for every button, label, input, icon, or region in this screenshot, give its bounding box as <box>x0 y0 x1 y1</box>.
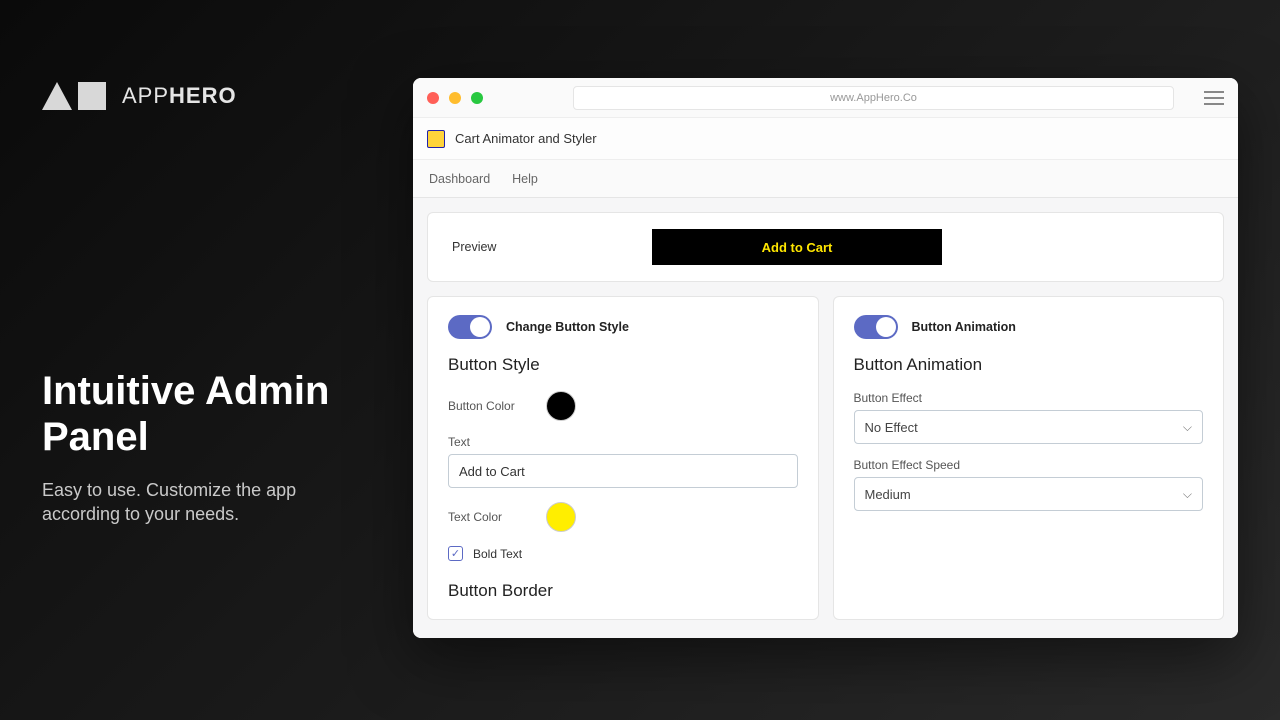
browser-titlebar: www.AppHero.Co <box>413 78 1238 118</box>
app-header: Cart Animator and Styler <box>413 118 1238 160</box>
hero-subtitle: Easy to use. Customize the app according… <box>42 478 362 527</box>
button-style-card: Change Button Style Button Style Button … <box>427 296 819 620</box>
browser-window: www.AppHero.Co Cart Animator and Styler … <box>413 78 1238 638</box>
nav-tabs: Dashboard Help <box>413 160 1238 198</box>
hero-copy: Intuitive Admin Panel Easy to use. Custo… <box>42 368 362 527</box>
text-label: Text <box>448 435 798 449</box>
content-area[interactable]: Preview Add to Cart Change Button Style … <box>413 198 1238 638</box>
text-color-label: Text Color <box>448 510 528 524</box>
bold-text-checkbox[interactable]: ✓ <box>448 546 463 561</box>
button-color-label: Button Color <box>448 399 528 413</box>
preview-label: Preview <box>452 240 592 254</box>
change-button-style-toggle[interactable] <box>448 315 492 339</box>
brand-text: APPHERO <box>122 83 237 109</box>
button-color-swatch[interactable] <box>546 391 576 421</box>
change-button-style-label: Change Button Style <box>506 320 629 334</box>
text-color-swatch[interactable] <box>546 502 576 532</box>
menu-icon[interactable] <box>1204 91 1224 105</box>
button-effect-select[interactable]: No Effect <box>854 410 1204 444</box>
button-animation-toggle[interactable] <box>854 315 898 339</box>
button-border-heading: Button Border <box>448 581 798 601</box>
button-effect-speed-select[interactable]: Medium <box>854 477 1204 511</box>
brand-logo: APPHERO <box>42 82 237 110</box>
preview-add-to-cart-button[interactable]: Add to Cart <box>652 229 942 265</box>
url-bar[interactable]: www.AppHero.Co <box>573 86 1174 110</box>
button-style-heading: Button Style <box>448 355 798 375</box>
button-effect-speed-label: Button Effect Speed <box>854 458 1204 472</box>
maximize-icon[interactable] <box>471 92 483 104</box>
button-animation-heading: Button Animation <box>854 355 1204 375</box>
close-icon[interactable] <box>427 92 439 104</box>
tab-help[interactable]: Help <box>512 172 538 186</box>
app-icon <box>427 130 445 148</box>
hero-title: Intuitive Admin Panel <box>42 368 362 460</box>
app-title: Cart Animator and Styler <box>455 131 597 146</box>
button-text-input[interactable] <box>448 454 798 488</box>
button-effect-label: Button Effect <box>854 391 1204 405</box>
bold-text-label: Bold Text <box>473 547 522 561</box>
preview-card: Preview Add to Cart <box>427 212 1224 282</box>
tab-dashboard[interactable]: Dashboard <box>429 172 490 186</box>
minimize-icon[interactable] <box>449 92 461 104</box>
button-animation-toggle-label: Button Animation <box>912 320 1016 334</box>
button-animation-card: Button Animation Button Animation Button… <box>833 296 1225 620</box>
logo-icon <box>42 82 106 110</box>
